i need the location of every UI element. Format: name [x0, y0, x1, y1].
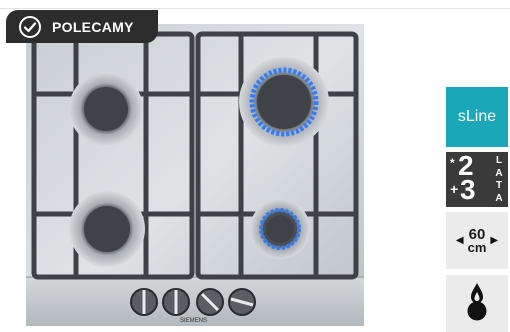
brand-label: SIEMENS — [180, 318, 207, 324]
series-label: sLine — [457, 108, 497, 125]
arrow-left-icon: ◀ — [455, 235, 464, 246]
warranty-letter: T — [495, 180, 503, 191]
warranty-letter: A — [495, 192, 503, 204]
arrow-right-icon: ▶ — [490, 235, 499, 246]
width-tile: ◀ 60 cm ▶ — [446, 212, 508, 269]
gas-hob-illustration: SIEMENS — [26, 24, 364, 326]
badge-label: POLECAMY — [52, 18, 134, 35]
burner-bottom-right — [250, 199, 310, 259]
burner-bottom-left — [69, 191, 145, 267]
width-value: 60 — [468, 225, 486, 243]
check-circle-icon — [18, 15, 42, 39]
warranty-star: * — [450, 156, 455, 170]
width-unit: cm — [467, 239, 487, 255]
warranty-extra: 3 — [460, 174, 476, 205]
burner-top-right — [239, 57, 329, 147]
width-text: 60 cm — [467, 225, 487, 255]
gas-flame-icon — [464, 281, 490, 326]
warranty-plus: + — [450, 181, 459, 197]
burner-top-left — [69, 72, 143, 146]
warranty-years-label: L A T A — [493, 155, 505, 205]
warranty-letter: A — [495, 167, 503, 179]
recommended-badge: POLECAMY — [6, 10, 158, 43]
warranty-letter: L — [495, 155, 503, 166]
top-divider — [0, 8, 510, 9]
series-tile: sLine — [446, 87, 508, 147]
gas-tile — [446, 275, 508, 332]
product-image[interactable]: SIEMENS — [26, 24, 364, 326]
warranty-tile: * 2 + 3 L A T A — [446, 150, 508, 207]
